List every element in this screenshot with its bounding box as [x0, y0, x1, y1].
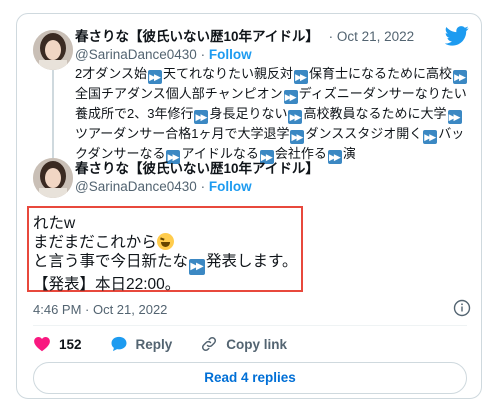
- date-separator: ·: [328, 29, 334, 44]
- text-segment: 天てれなりたい親反対: [162, 66, 293, 81]
- text-segment: 2才ダンス始: [75, 66, 147, 81]
- reply-button[interactable]: Reply: [110, 335, 173, 353]
- text-segment: 全国チアダンス個人部チャンピオン: [75, 86, 283, 101]
- text-segment: ツアーダンサー合格1ヶ月で大学退学: [75, 126, 290, 141]
- follow-button[interactable]: Follow: [209, 179, 252, 194]
- tweet-actions: 152 Reply Copy link: [33, 332, 315, 356]
- quoted-tweet-header: 春さりな【彼氏いない歴10年アイドル】 · Oct 21, 2022: [75, 28, 414, 46]
- avatar[interactable]: [33, 158, 73, 198]
- tweet-line-text: まだまだこれから: [33, 234, 157, 251]
- text-segment: 高校教員なるために大学: [303, 106, 447, 121]
- quoted-tweet-text: 2才ダンス始 ▶▶ 天てれなりたい親反対 ▶▶ 保育士になるために高校 ▶▶全国チアダンス…: [75, 64, 475, 164]
- reply-label: Reply: [135, 336, 173, 352]
- text-segment: 演: [342, 146, 356, 161]
- main-tweet-header: 春さりな【彼氏いない歴10年アイドル】: [75, 160, 319, 178]
- follow-separator: ·: [200, 47, 206, 62]
- tweet-line: れたw: [33, 215, 76, 232]
- squinting-tongue-emoji-icon: [156, 233, 174, 250]
- tweet-date[interactable]: Oct 21, 2022: [337, 29, 414, 44]
- tweet-line-text: と言う事で今日新たな: [33, 253, 189, 270]
- quoted-tweet-handle-row: @SarinaDance0430 · Follow: [75, 46, 252, 64]
- text-segment: 会社作る: [274, 146, 327, 161]
- thread-connector-line: [52, 70, 54, 162]
- author-name[interactable]: 春さりな【彼氏いない歴10年アイドル】: [75, 29, 319, 44]
- embedded-tweet-card: 春さりな【彼氏いない歴10年アイドル】 · Oct 21, 2022 @Sari…: [16, 13, 482, 399]
- like-button[interactable]: 152: [33, 335, 82, 353]
- follow-button[interactable]: Follow: [209, 47, 252, 62]
- heart-icon: [34, 337, 50, 352]
- tweet-line: まだまだこれから: [33, 233, 297, 252]
- follow-separator: ·: [200, 179, 206, 194]
- fast-forward-icon: ▶▶: [194, 110, 209, 124]
- link-icon: [202, 336, 217, 352]
- main-tweet-text-highlight: れたw まだまだこれから と言う事で今日新たな ▶▶ 発表します。 【発表】本日22…: [27, 206, 303, 293]
- tweet-line-text: 発表します。: [206, 253, 298, 270]
- fast-forward-icon: ▶▶: [423, 130, 438, 144]
- text-segment: 身長足りない: [209, 106, 288, 121]
- fast-forward-icon: ▶▶: [294, 70, 308, 84]
- author-name[interactable]: 春さりな【彼氏いない歴10年アイドル】: [75, 161, 319, 176]
- fast-forward-icon: ▶▶: [453, 70, 468, 84]
- fast-forward-icon: ▶▶: [327, 150, 342, 164]
- copy-link-label: Copy link: [226, 336, 288, 352]
- read-replies-button[interactable]: Read 4 replies: [33, 362, 467, 394]
- twitter-bird-icon[interactable]: [445, 26, 469, 46]
- text-segment: ダンススタジオ開く: [305, 126, 423, 141]
- fast-forward-icon: ▶▶: [288, 110, 303, 124]
- fast-forward-icon: ▶▶: [189, 259, 206, 275]
- fast-forward-icon: ▶▶: [290, 130, 305, 144]
- author-handle[interactable]: @SarinaDance0430: [75, 179, 197, 194]
- fast-forward-icon: ▶▶: [147, 70, 162, 84]
- reply-bubble-icon: [111, 336, 127, 352]
- main-tweet-handle-row: @SarinaDance0430 · Follow: [75, 178, 252, 196]
- copy-link-button[interactable]: Copy link: [200, 335, 287, 353]
- avatar[interactable]: [33, 30, 73, 70]
- divider: [33, 325, 467, 326]
- tweet-line: 【発表】本日22:00。: [33, 276, 181, 293]
- text-segment: 保育士になるために高校: [309, 66, 453, 81]
- author-handle[interactable]: @SarinaDance0430: [75, 47, 197, 62]
- tweet-line: と言う事で今日新たな ▶▶ 発表します。: [33, 252, 297, 275]
- text-segment: アイドルなる: [181, 146, 259, 161]
- like-count: 152: [59, 336, 82, 352]
- tweet-timestamp[interactable]: 4:46 PM · Oct 21, 2022: [33, 302, 167, 317]
- fast-forward-icon: ▶▶: [283, 90, 298, 104]
- fast-forward-icon: ▶▶: [447, 110, 462, 124]
- info-icon[interactable]: [453, 299, 471, 317]
